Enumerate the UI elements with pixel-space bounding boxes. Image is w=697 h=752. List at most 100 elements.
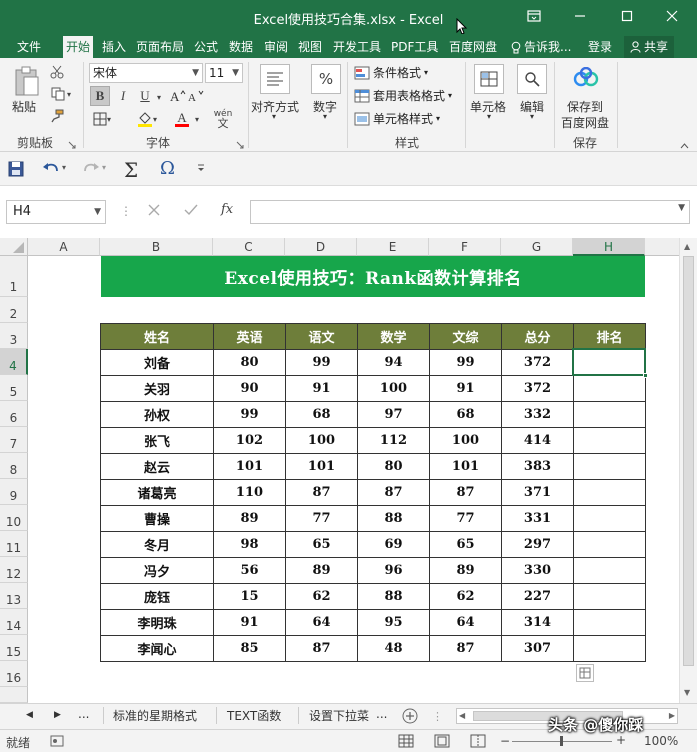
table-cell[interactable]: 101 <box>429 453 502 480</box>
row-header-15[interactable]: 15 <box>0 635 28 661</box>
formula-input[interactable]: ▼ <box>250 200 690 224</box>
paste-button[interactable] <box>10 64 44 98</box>
table-cell[interactable]: 77 <box>285 505 358 532</box>
table-cell[interactable]: 100 <box>357 375 430 402</box>
row-header-14[interactable]: 14 <box>0 609 28 635</box>
table-cell[interactable] <box>573 375 646 402</box>
undo-dropdown-icon[interactable]: ▾ <box>62 163 66 172</box>
number-format-button[interactable]: % <box>311 64 341 94</box>
table-cell[interactable]: 91 <box>213 609 286 636</box>
cells-button[interactable] <box>474 64 504 94</box>
scroll-left-icon[interactable]: ◀ <box>459 711 465 720</box>
table-cell[interactable]: 101 <box>285 453 358 480</box>
column-header-f[interactable]: F <box>429 238 501 256</box>
fill-handle[interactable] <box>643 373 648 378</box>
row-header-3[interactable]: 3 <box>0 323 28 349</box>
row-header-12[interactable]: 12 <box>0 557 28 583</box>
table-cell[interactable]: 诸葛亮 <box>100 479 214 506</box>
select-all-button[interactable] <box>0 238 28 256</box>
vertical-scrollbar[interactable]: ▲ ▼ <box>679 238 697 703</box>
undo-button[interactable] <box>42 161 60 180</box>
font-name-combo[interactable]: 宋体 ▼ <box>89 63 203 83</box>
sheet-tabs-ellipsis-left[interactable]: ... <box>78 707 89 721</box>
table-cell[interactable]: 88 <box>357 583 430 610</box>
font-size-combo[interactable]: 11 ▼ <box>205 63 243 83</box>
table-cell[interactable]: 89 <box>285 557 358 584</box>
alignment-dropdown-icon[interactable]: ▾ <box>272 112 276 121</box>
table-cell[interactable]: 331 <box>501 505 574 532</box>
table-cell[interactable]: 94 <box>357 349 430 376</box>
table-cell[interactable]: 关羽 <box>100 375 214 402</box>
zoom-slider-thumb[interactable] <box>560 736 563 746</box>
table-cell[interactable]: 77 <box>429 505 502 532</box>
table-cell[interactable]: 314 <box>501 609 574 636</box>
confirm-entry-button[interactable] <box>184 204 198 219</box>
table-cell[interactable]: 87 <box>357 479 430 506</box>
autosum-icon[interactable]: Σ <box>124 158 138 182</box>
table-cell[interactable] <box>573 531 646 558</box>
prev-sheet-icon[interactable]: ◀ <box>26 710 33 720</box>
header-cell[interactable]: 数学 <box>357 323 430 350</box>
sheet-tabs-ellipsis-right[interactable]: ... <box>376 707 387 721</box>
table-cell[interactable]: 95 <box>357 609 430 636</box>
format-painter-button[interactable] <box>48 108 66 124</box>
symbol-omega-icon[interactable]: Ω <box>160 158 175 179</box>
table-cell[interactable]: 15 <box>213 583 286 610</box>
minimize-button[interactable] <box>562 4 598 28</box>
name-box[interactable]: H4 ▼ <box>6 200 106 224</box>
tab-baidu-netdisk[interactable]: 百度网盘 <box>446 36 500 58</box>
next-sheet-icon[interactable]: ▶ <box>54 710 61 720</box>
table-cell[interactable]: 李闻心 <box>100 635 214 662</box>
tab-developer[interactable]: 开发工具 <box>330 36 384 58</box>
tab-review[interactable]: 审阅 <box>261 36 291 58</box>
page-break-view-button[interactable] <box>470 734 486 751</box>
row-header-11[interactable]: 11 <box>0 531 28 557</box>
table-cell[interactable]: 87 <box>429 635 502 662</box>
row-header-16[interactable]: 16 <box>0 661 28 687</box>
zoom-in-icon[interactable]: + <box>616 733 626 747</box>
table-cell[interactable]: 414 <box>501 427 574 454</box>
sheet-tab-weekday-format[interactable]: 标准的星期格式 <box>103 707 197 724</box>
scroll-down-icon[interactable]: ▼ <box>684 688 690 697</box>
table-cell[interactable]: 刘备 <box>100 349 214 376</box>
row-header-7[interactable]: 7 <box>0 427 28 453</box>
tab-formulas[interactable]: 公式 <box>191 36 221 58</box>
table-cell[interactable]: 李明珠 <box>100 609 214 636</box>
header-cell[interactable]: 姓名 <box>100 323 214 350</box>
header-cell[interactable]: 语文 <box>285 323 358 350</box>
underline-dropdown-icon[interactable]: ▾ <box>154 90 164 104</box>
ribbon-display-options-button[interactable] <box>516 4 552 28</box>
table-cell[interactable] <box>573 505 646 532</box>
table-cell[interactable]: 87 <box>285 635 358 662</box>
row-header-8[interactable]: 8 <box>0 453 28 479</box>
column-header-h[interactable]: H <box>573 238 645 256</box>
fill-color-button[interactable]: ▾ <box>134 110 160 128</box>
tab-file[interactable]: 文件 <box>14 36 44 58</box>
redo-dropdown-icon[interactable]: ▾ <box>102 163 106 172</box>
table-cell[interactable]: 冬月 <box>100 531 214 558</box>
tab-page-layout[interactable]: 页面布局 <box>133 36 187 58</box>
sheet-tab-text-function[interactable]: TEXT函数 <box>216 707 281 724</box>
save-to-baidu-button[interactable] <box>570 64 602 94</box>
redo-button[interactable] <box>82 161 100 180</box>
insert-function-button[interactable]: fx <box>221 202 233 217</box>
copy-button[interactable]: ▾ <box>48 86 74 102</box>
table-cell[interactable]: 97 <box>357 401 430 428</box>
scroll-right-icon[interactable]: ▶ <box>669 711 675 720</box>
add-sheet-button[interactable] <box>402 708 418 727</box>
table-cell[interactable] <box>573 635 646 662</box>
cells-dropdown-icon[interactable]: ▾ <box>487 112 491 121</box>
row-header-2[interactable]: 2 <box>0 297 28 323</box>
table-cell[interactable]: 64 <box>429 609 502 636</box>
cell-styles-button[interactable]: 单元格样式 ▾ <box>354 110 440 127</box>
table-cell[interactable]: 371 <box>501 479 574 506</box>
tab-view[interactable]: 视图 <box>295 36 325 58</box>
column-header-g[interactable]: G <box>501 238 573 256</box>
tab-split-grip-icon[interactable]: ⋮ <box>432 710 443 723</box>
vertical-scroll-thumb[interactable] <box>683 256 694 666</box>
macro-record-button[interactable] <box>50 735 64 750</box>
number-dropdown-icon[interactable]: ▾ <box>323 112 327 121</box>
column-header-c[interactable]: C <box>213 238 285 256</box>
table-cell[interactable]: 张飞 <box>100 427 214 454</box>
table-cell[interactable]: 372 <box>501 349 574 376</box>
